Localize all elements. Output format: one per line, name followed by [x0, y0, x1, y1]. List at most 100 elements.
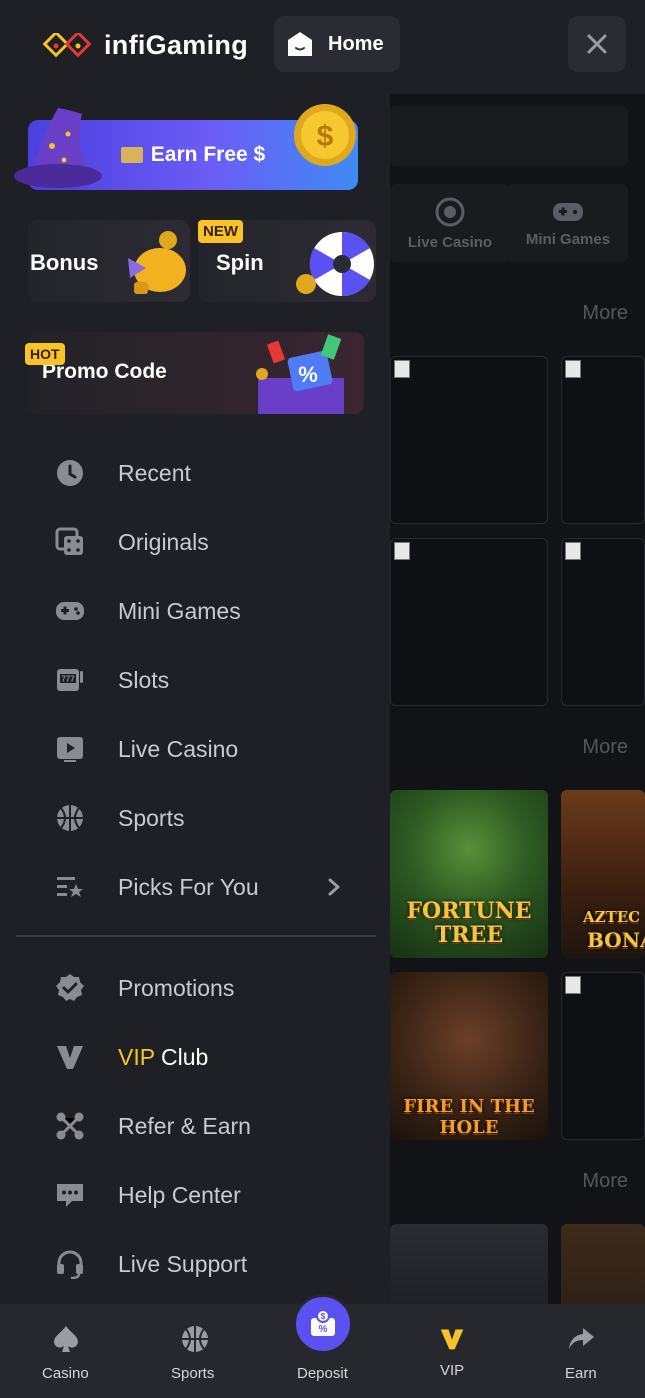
broken-image-icon	[565, 542, 581, 560]
vip-icon	[440, 1329, 464, 1350]
nav-sports[interactable]: Sports	[130, 1304, 259, 1398]
basketball-icon	[54, 802, 86, 834]
top-header: infiGaming Home	[0, 0, 645, 94]
menu-item-vip-club[interactable]: VIP Club	[0, 1027, 390, 1087]
new-badge: NEW	[198, 220, 243, 243]
home-button[interactable]: Home	[274, 16, 400, 72]
svg-text:777: 777	[61, 675, 75, 684]
badge-check-icon	[54, 972, 86, 1004]
broken-image-icon	[394, 360, 410, 378]
bg-game-tile	[561, 972, 645, 1140]
broken-image-icon	[394, 542, 410, 560]
bg-game-tile	[561, 538, 645, 706]
infinity-dice-logo-icon	[42, 32, 92, 57]
spade-icon	[54, 1326, 78, 1352]
bg-more-link: More	[582, 1170, 628, 1192]
play-icon	[54, 733, 86, 765]
menu-item-picks-for-you[interactable]: Picks For You	[0, 857, 390, 917]
nav-label: Deposit	[297, 1365, 348, 1382]
bonus-card[interactable]: Bonus	[28, 220, 190, 302]
brand-name: infiGaming	[104, 30, 248, 60]
chat-icon	[54, 1179, 86, 1211]
menu-label: Promotions	[118, 974, 235, 1001]
piggy-bank-icon	[128, 231, 186, 294]
gift-box-icon: %	[256, 334, 344, 414]
nav-label: Casino	[42, 1365, 89, 1382]
menu-item-live-support[interactable]: Live Support	[0, 1234, 390, 1294]
menu-label: Slots	[118, 666, 170, 693]
clock-icon	[54, 457, 86, 489]
bg-game-tile	[390, 538, 548, 706]
nav-vip[interactable]: VIP	[388, 1304, 517, 1398]
menu-item-help-center[interactable]: Help Center	[0, 1165, 390, 1225]
menu-label: Help Center	[118, 1181, 241, 1208]
menu-label: Recent	[118, 459, 191, 486]
nav-casino[interactable]: Casino	[1, 1304, 130, 1398]
vip-icon	[54, 1041, 86, 1073]
promo-code-card[interactable]: % Promo Code	[28, 332, 364, 414]
roulette-icon	[435, 197, 465, 226]
menu-label: Live Support	[118, 1250, 248, 1277]
list-star-icon	[54, 871, 86, 903]
background-page: Live Casino Mini Games More More FORTUNE…	[390, 94, 645, 1392]
vip-accent-text: VIP	[118, 1043, 155, 1070]
share-nodes-icon	[54, 1110, 86, 1142]
hot-badge: HOT	[25, 343, 65, 365]
prize-wheel-icon	[296, 231, 374, 297]
bg-search-bar	[390, 106, 628, 166]
svg-text:%: %	[298, 362, 318, 387]
bg-more-link: More	[582, 736, 628, 758]
bg-more-link: More	[582, 302, 628, 324]
broken-image-icon	[565, 976, 581, 994]
headset-icon	[54, 1248, 86, 1280]
brand-logo[interactable]: infiGaming	[42, 30, 248, 61]
home-icon	[288, 32, 312, 56]
dice-icon	[54, 526, 86, 558]
menu-item-sports[interactable]: Sports	[0, 788, 390, 848]
vip-club-label: VIP Club	[118, 1044, 208, 1071]
menu-item-refer-earn[interactable]: Refer & Earn	[0, 1096, 390, 1156]
bottom-navigation: Casino Sports $% Deposit VIP Earn	[0, 1294, 645, 1398]
close-button[interactable]	[568, 16, 626, 72]
wizard-hat-icon	[14, 108, 102, 188]
menu-item-live-casino[interactable]: Live Casino	[0, 719, 390, 779]
menu-label: Originals	[118, 528, 209, 555]
bonus-label: Bonus	[30, 250, 99, 275]
gamepad-icon	[553, 202, 583, 221]
menu-label: Picks For You	[118, 873, 259, 900]
bg-game-tile	[561, 356, 645, 524]
svg-text:$: $	[317, 120, 334, 153]
bg-category-live-casino: Live Casino	[390, 184, 510, 262]
menu-item-mini-games[interactable]: Mini Games	[0, 581, 390, 641]
dollar-bill-icon	[120, 147, 143, 163]
game-title: FIRE IN THE HOLE	[403, 1096, 535, 1138]
bg-category-mini-games: Mini Games	[508, 184, 628, 262]
nav-label: VIP	[440, 1362, 465, 1379]
game-title: TREE	[434, 922, 504, 948]
game-title: BONA	[587, 928, 645, 952]
nav-label: Sports	[171, 1365, 215, 1382]
bg-game-fire-in-the-hole: FIRE IN THE HOLE	[390, 972, 548, 1140]
menu-item-originals[interactable]: Originals	[0, 512, 390, 572]
share-arrow-icon	[569, 1328, 594, 1349]
menu-label: Mini Games	[118, 597, 241, 624]
menu-item-slots[interactable]: 777 Slots	[0, 650, 390, 710]
menu-label: Live Casino	[118, 735, 239, 762]
close-icon	[587, 34, 607, 54]
bg-game-fortune-tree: FORTUNE TREE	[390, 790, 548, 958]
gamepad-icon	[54, 595, 86, 627]
bg-game-tile	[390, 356, 548, 524]
nav-earn[interactable]: Earn	[516, 1304, 645, 1398]
club-text: Club	[154, 1043, 209, 1070]
menu-divider	[16, 935, 376, 937]
menu-label: Refer & Earn	[118, 1112, 251, 1139]
home-label: Home	[328, 32, 384, 55]
bg-category-label: Live Casino	[407, 233, 493, 251]
menu-item-promotions[interactable]: Promotions	[0, 958, 390, 1018]
basketball-icon	[182, 1326, 208, 1352]
nav-deposit[interactable]: Deposit	[259, 1304, 388, 1398]
nav-label: Earn	[565, 1365, 597, 1382]
menu-item-recent[interactable]: Recent	[0, 443, 390, 503]
broken-image-icon	[565, 360, 581, 378]
game-title: AZTEC	[583, 908, 641, 926]
